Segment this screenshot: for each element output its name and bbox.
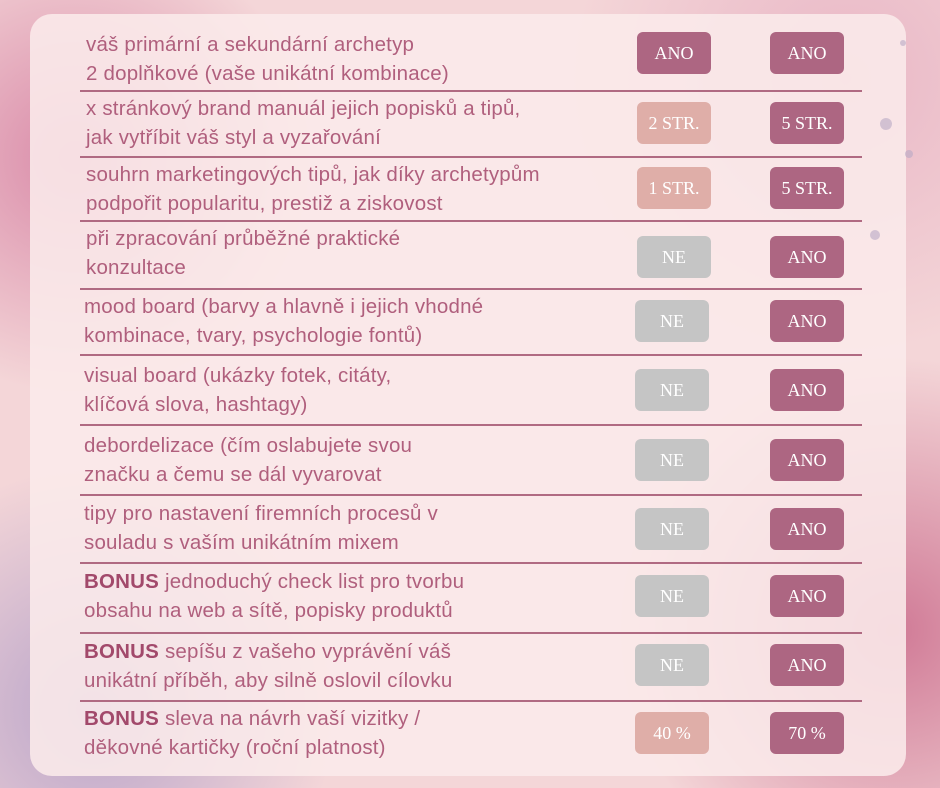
row-description: tipy pro nastavení firemních procesů v s… (84, 500, 614, 557)
basic-package-value: 2 STR. (637, 102, 711, 144)
bonus-label: BONUS (84, 640, 160, 663)
row-line-1: souhrn marketingových tipů, jak díky arc… (86, 163, 540, 186)
row-description: x stránkový brand manuál jejich popisků … (86, 95, 616, 152)
row-description: BONUS sepíšu z vašeho vyprávění váš unik… (84, 638, 614, 695)
row-line-2: děkovné kartičky (roční platnost) (84, 735, 386, 759)
basic-package-value: NE (635, 644, 709, 686)
table-row: BONUS sepíšu z vašeho vyprávění váš unik… (80, 634, 862, 702)
table-row: při zpracování průběžné praktické konzul… (80, 222, 862, 290)
bonus-label: BONUS (84, 707, 160, 730)
row-line-1: mood board (barvy a hlavně i jejich vhod… (84, 295, 484, 318)
decorative-dot (900, 40, 906, 46)
basic-package-value: 40 % (635, 712, 709, 754)
premium-package-value: ANO (770, 236, 844, 278)
row-line-1: sepíšu z vašeho vyprávění váš (159, 640, 452, 663)
row-line-2: 2 doplňkové (vaše unikátní kombinace) (86, 61, 449, 85)
basic-package-value: 1 STR. (637, 167, 711, 209)
table-row: váš primární a sekundární archetyp 2 dop… (80, 28, 862, 92)
row-description: BONUS sleva na návrh vaší vizitky / děko… (84, 705, 614, 762)
row-line-2: kombinace, tvary, psychologie fontů) (84, 323, 423, 347)
table-row: BONUS jednoduchý check list pro tvorbu o… (80, 564, 862, 634)
basic-package-value: NE (637, 236, 711, 278)
basic-package-value: NE (635, 300, 709, 342)
row-line-1: při zpracování průběžné praktické (86, 227, 401, 250)
row-line-1: jednoduchý check list pro tvorbu (159, 570, 465, 593)
basic-package-value: NE (635, 508, 709, 550)
premium-package-value: ANO (770, 32, 844, 74)
premium-package-value: 5 STR. (770, 167, 844, 209)
table-row: debordelizace (čím oslabujete svou značk… (80, 426, 862, 496)
row-line-2: podpořit popularitu, prestiž a ziskovost (86, 191, 443, 215)
row-line-2: klíčová slova, hashtagy) (84, 392, 308, 416)
row-line-1: váš primární a sekundární archetyp (86, 33, 415, 56)
table-row: x stránkový brand manuál jejich popisků … (80, 92, 862, 158)
row-line-1: x stránkový brand manuál jejich popisků … (86, 97, 521, 120)
table-row: mood board (barvy a hlavně i jejich vhod… (80, 290, 862, 356)
table-row: visual board (ukázky fotek, citáty, klíč… (80, 356, 862, 426)
row-line-1: sleva na návrh vaší vizitky / (159, 707, 421, 730)
row-line-1: tipy pro nastavení firemních procesů v (84, 502, 438, 525)
table-row: BONUS sleva na návrh vaší vizitky / děko… (80, 702, 862, 766)
row-line-2: obsahu na web a sítě, popisky produktů (84, 598, 453, 622)
row-line-2: unikátní příběh, aby silně oslovil cílov… (84, 668, 453, 692)
premium-package-value: 70 % (770, 712, 844, 754)
decorative-dot (880, 118, 892, 130)
premium-package-value: ANO (770, 300, 844, 342)
basic-package-value: NE (635, 369, 709, 411)
basic-package-value: ANO (637, 32, 711, 74)
premium-package-value: ANO (770, 508, 844, 550)
premium-package-value: ANO (770, 644, 844, 686)
premium-package-value: ANO (770, 439, 844, 481)
row-line-2: značku a čemu se dál vyvarovat (84, 462, 382, 486)
row-line-2: jak vytříbit váš styl a vyzařování (86, 125, 382, 149)
decorative-dot (905, 150, 913, 158)
bonus-label: BONUS (84, 570, 160, 593)
row-line-1: debordelizace (čím oslabujete svou (84, 434, 413, 457)
premium-package-value: 5 STR. (770, 102, 844, 144)
premium-package-value: ANO (770, 369, 844, 411)
row-description: při zpracování průběžné praktické konzul… (86, 225, 616, 282)
premium-package-value: ANO (770, 575, 844, 617)
row-line-1: visual board (ukázky fotek, citáty, (84, 364, 392, 387)
row-description: mood board (barvy a hlavně i jejich vhod… (84, 293, 614, 350)
row-description: váš primární a sekundární archetyp 2 dop… (86, 31, 616, 88)
row-description: BONUS jednoduchý check list pro tvorbu o… (84, 568, 614, 625)
row-line-2: konzultace (86, 255, 187, 279)
table-row: tipy pro nastavení firemních procesů v s… (80, 496, 862, 564)
basic-package-value: NE (635, 439, 709, 481)
decorative-dot (870, 230, 880, 240)
basic-package-value: NE (635, 575, 709, 617)
row-description: souhrn marketingových tipů, jak díky arc… (86, 161, 616, 218)
row-description: visual board (ukázky fotek, citáty, klíč… (84, 362, 614, 419)
row-line-2: souladu s vaším unikátním mixem (84, 530, 399, 554)
row-description: debordelizace (čím oslabujete svou značk… (84, 432, 614, 489)
table-row: souhrn marketingových tipů, jak díky arc… (80, 158, 862, 222)
